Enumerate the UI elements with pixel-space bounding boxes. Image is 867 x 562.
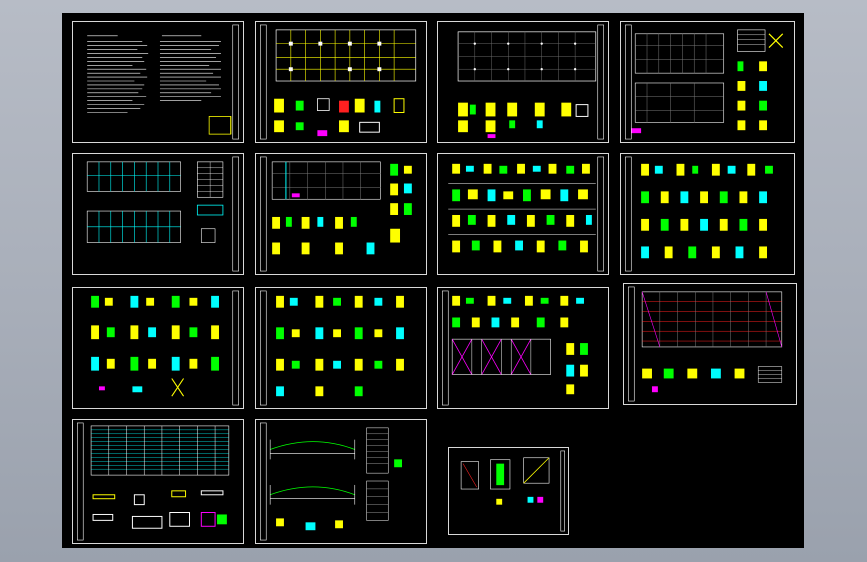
roof-plan-drawing <box>628 286 783 402</box>
drawing-sheet-1[interactable] <box>72 21 244 143</box>
drawing-canvas[interactable] <box>62 13 804 548</box>
purlin-plan-drawing <box>77 422 230 541</box>
door-detail-drawing <box>460 450 565 532</box>
beam-plan-drawing <box>260 156 412 272</box>
drawing-sheet-6[interactable] <box>255 153 427 275</box>
connection-details-drawing <box>625 156 773 272</box>
bracing-details-drawing <box>442 290 588 406</box>
foundation-plan-drawing <box>457 24 604 140</box>
drawing-sheet-15[interactable] <box>448 447 569 535</box>
truss-elevation-drawing <box>260 422 403 541</box>
general-notes-drawing <box>87 24 239 140</box>
drawing-sheet-10[interactable] <box>255 287 427 409</box>
drawing-sheet-4[interactable] <box>620 21 795 143</box>
drawing-sheet-13[interactable] <box>72 419 244 544</box>
drawing-sheet-11[interactable] <box>437 287 609 409</box>
column-plan-drawing <box>260 24 417 140</box>
connection-details-drawing <box>91 290 239 406</box>
elevation-drawing <box>86 156 239 272</box>
connection-details-drawing <box>448 156 604 272</box>
connection-details-drawing <box>260 290 404 406</box>
drawing-sheet-14[interactable] <box>255 419 427 544</box>
grid-plan-drawing <box>625 24 784 140</box>
drawing-sheet-7[interactable] <box>437 153 609 275</box>
drawing-sheet-9[interactable] <box>72 287 244 409</box>
drawing-sheet-12[interactable] <box>623 283 797 405</box>
drawing-sheet-5[interactable] <box>72 153 244 275</box>
drawing-sheet-3[interactable] <box>437 21 609 143</box>
drawing-sheet-8[interactable] <box>620 153 795 275</box>
drawing-sheet-2[interactable] <box>255 21 427 143</box>
